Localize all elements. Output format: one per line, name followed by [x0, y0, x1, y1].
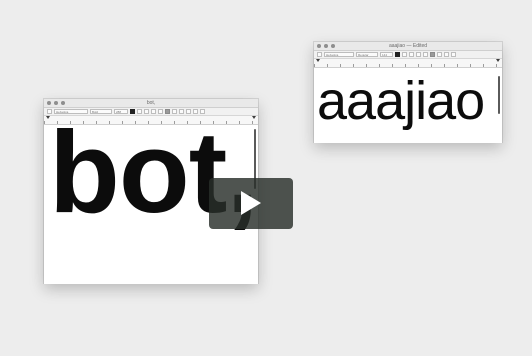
window-title: aaajiao — Edited: [388, 43, 428, 49]
list-button[interactable]: [451, 52, 456, 57]
video-play-button[interactable]: [209, 178, 293, 229]
paragraph-styles-button[interactable]: [317, 52, 322, 57]
align-left-button[interactable]: [430, 52, 435, 57]
align-center-button[interactable]: [437, 52, 442, 57]
font-family-select[interactable]: Helvetica: [324, 52, 354, 57]
document-text: aaajiao: [317, 71, 485, 131]
ruler[interactable]: [314, 59, 502, 68]
scrollbar[interactable]: [498, 76, 500, 114]
bold-button[interactable]: [409, 52, 414, 57]
document-area[interactable]: aaajiao: [314, 68, 502, 143]
align-right-button[interactable]: [444, 52, 449, 57]
format-toolbar: Helvetica Regular 144: [314, 51, 502, 59]
underline-button[interactable]: [423, 52, 428, 57]
left-indent-marker[interactable]: [316, 59, 320, 62]
italic-button[interactable]: [416, 52, 421, 57]
text-color-button[interactable]: [395, 52, 400, 57]
window-titlebar[interactable]: aaajiao — Edited: [314, 42, 502, 51]
font-style-select[interactable]: Regular: [356, 52, 378, 57]
window-title: bot,: [146, 100, 156, 106]
highlight-color-button[interactable]: [402, 52, 407, 57]
font-size-select[interactable]: 144: [380, 52, 393, 57]
play-icon: [241, 191, 261, 215]
textedit-window-aaajiao: aaajiao — Edited Helvetica Regular 144 a…: [314, 42, 502, 143]
right-indent-marker[interactable]: [496, 59, 500, 62]
